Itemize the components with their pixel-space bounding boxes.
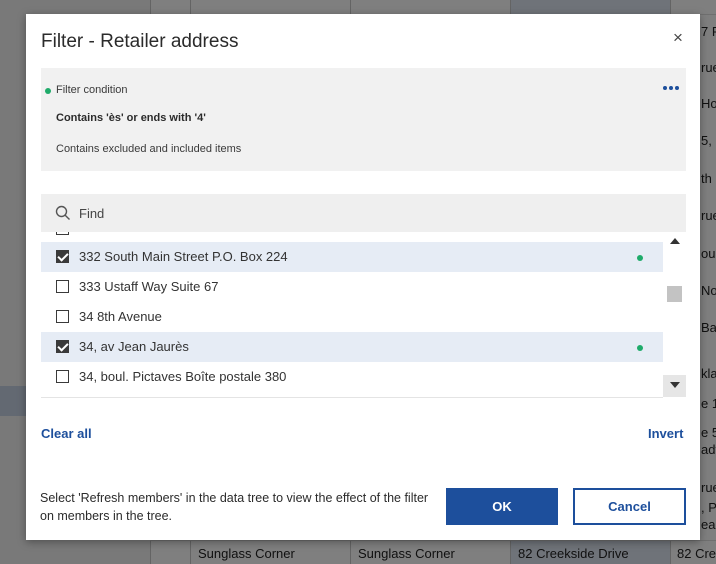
list-item-checkbox[interactable] <box>56 280 69 293</box>
list-item-label: 34, boul. Pictaves Boîte postale 380 <box>79 369 287 384</box>
list-item-checkbox[interactable] <box>56 232 69 235</box>
list-item-label: 332 South Main Street P.O. Box 224 <box>79 249 288 264</box>
included-indicator-dot <box>637 255 643 261</box>
more-options-icon[interactable] <box>663 81 681 95</box>
list-scrollbar[interactable] <box>663 232 686 397</box>
filter-condition-description: Contains excluded and included items <box>56 143 242 155</box>
dialog-title: Filter - Retailer address <box>41 31 239 52</box>
filter-dialog: Filter - Retailer address × Filter condi… <box>26 14 700 540</box>
list-item-label: 333 Ustaff Way Suite 67 <box>79 279 219 294</box>
close-icon[interactable]: × <box>668 28 688 48</box>
list-item-checkbox[interactable] <box>56 370 69 383</box>
list-item[interactable]: 34, boul. Pictaves Boîte postale 380 <box>41 362 663 392</box>
scroll-up-arrow-icon[interactable] <box>670 238 680 244</box>
included-indicator-dot <box>637 345 643 351</box>
search-icon <box>55 205 70 220</box>
list-item-label: 34 8th Avenue <box>79 309 162 324</box>
list-item[interactable]: 34 8th Avenue <box>41 302 663 332</box>
condition-status-dot <box>45 88 51 94</box>
list-item-checkbox[interactable] <box>56 340 69 353</box>
list-item-label: 34, av Jean Jaurès <box>79 339 189 354</box>
scroll-thumb[interactable] <box>667 286 682 302</box>
clear-all-link[interactable]: Clear all <box>41 426 92 441</box>
list-item[interactable]: 332 South Main Street P.O. Box 224 <box>41 242 663 272</box>
list-item[interactable]: 333 Ustaff Way Suite 67 <box>41 272 663 302</box>
cancel-button[interactable]: Cancel <box>573 488 686 525</box>
filter-condition-panel: Filter condition Contains 'ès' or ends w… <box>41 68 686 171</box>
ok-button[interactable]: OK <box>446 488 558 525</box>
invert-link[interactable]: Invert <box>648 426 683 441</box>
search-input[interactable] <box>79 194 669 232</box>
scroll-down-arrow-icon[interactable] <box>670 382 680 388</box>
search-box <box>41 194 686 232</box>
list-item-checkbox[interactable] <box>56 310 69 323</box>
footer-note: Select 'Refresh members' in the data tre… <box>40 491 429 523</box>
filter-condition-rule: Contains 'ès' or ends with '4' <box>56 112 206 124</box>
list-item[interactable]: 34, av Jean Jaurès <box>41 332 663 362</box>
member-list: 332 South Main Street P.O. Box 224 333 U… <box>41 232 663 398</box>
filter-condition-label: Filter condition <box>56 84 128 96</box>
list-item-checkbox[interactable] <box>56 250 69 263</box>
